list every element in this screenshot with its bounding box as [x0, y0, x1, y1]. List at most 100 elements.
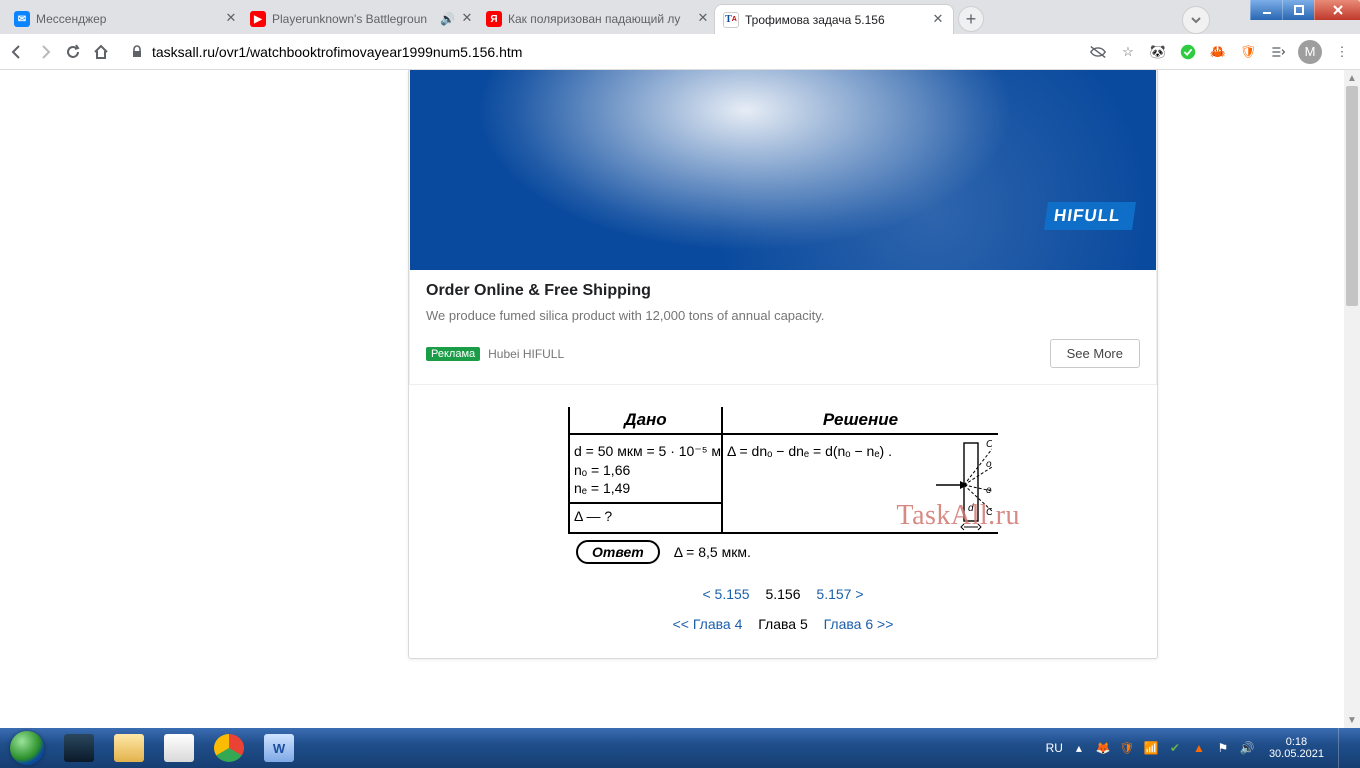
find-line: Δ — ?	[574, 508, 715, 524]
ad-badge: Реклама	[426, 347, 480, 361]
tray-icon[interactable]: 🛡	[1119, 740, 1135, 756]
window-controls	[1250, 0, 1360, 20]
given-line: nₑ = 1,49	[574, 480, 715, 496]
page-viewport: HIFULL Order Online & Free Shipping We p…	[0, 70, 1360, 728]
window-close-button[interactable]	[1314, 0, 1360, 20]
new-tab-button[interactable]: +	[958, 6, 984, 32]
tray-date: 30.05.2021	[1269, 748, 1324, 760]
ad-brand-logo: HIFULL	[1044, 202, 1136, 230]
language-indicator[interactable]: RU	[1046, 741, 1063, 755]
window-minimize-button[interactable]	[1250, 0, 1282, 20]
show-desktop-button[interactable]	[1338, 728, 1348, 768]
svg-text:O: O	[986, 507, 992, 518]
bookmark-star-icon[interactable]: ☆	[1118, 42, 1138, 62]
address-bar[interactable]	[120, 38, 1078, 66]
svg-text:e: e	[986, 485, 992, 496]
svg-text:O: O	[986, 439, 992, 450]
ad-image: HIFULL	[410, 70, 1156, 270]
current-chapter: Глава 5	[758, 616, 808, 632]
current-task: 5.156	[765, 586, 800, 602]
scroll-up-arrow[interactable]: ▲	[1344, 70, 1360, 86]
tray-icon[interactable]: ✔	[1167, 740, 1183, 756]
chrome-menu-button[interactable]: ⋮	[1332, 42, 1352, 62]
extension-icon[interactable]: 🛡	[1238, 42, 1258, 62]
tray-clock[interactable]: 0:18 30.05.2021	[1269, 736, 1324, 760]
browser-tab[interactable]: Я Как поляризован падающий лу ✕	[478, 4, 718, 34]
reload-button[interactable]	[64, 43, 82, 61]
svg-text:d: d	[968, 503, 974, 514]
audio-playing-icon[interactable]: 🔊	[440, 12, 454, 26]
start-button[interactable]	[0, 728, 54, 768]
task-pager: < 5.155 5.156 5.157 >	[409, 586, 1157, 602]
messenger-icon: ✉	[14, 11, 30, 27]
url-input[interactable]	[152, 44, 1068, 60]
answer-value: Δ = 8,5 мкм.	[674, 544, 751, 560]
scroll-down-arrow[interactable]: ▼	[1344, 712, 1360, 728]
browser-tab[interactable]: TA Трофимова задача 5.156 ✕	[714, 4, 954, 34]
tab-title: Трофимова задача 5.156	[745, 13, 925, 27]
prev-chapter-link[interactable]: << Глава 4	[673, 616, 743, 632]
tab-close-button[interactable]: ✕	[460, 12, 474, 26]
ad-cta-button[interactable]: See More	[1050, 339, 1140, 368]
system-tray: RU ▴ 🦊 🛡 📶 ✔ ▲ ⚑ 🔊 0:18 30.05.2021	[1040, 728, 1354, 768]
tray-up-icon[interactable]: ▴	[1071, 740, 1087, 756]
given-line: nₒ = 1,66	[574, 462, 715, 478]
tray-icon[interactable]: 🦊	[1095, 740, 1111, 756]
answer-label: Ответ	[576, 540, 660, 564]
reading-list-icon[interactable]	[1268, 42, 1288, 62]
profile-avatar[interactable]: M	[1298, 40, 1322, 64]
scroll-thumb[interactable]	[1346, 86, 1358, 306]
ray-diagram: O o e O d	[936, 437, 992, 533]
prev-task-link[interactable]: < 5.155	[702, 586, 749, 602]
window-maximize-button[interactable]	[1282, 0, 1314, 20]
chapter-pager: << Глава 4 Глава 5 Глава 6 >>	[409, 616, 1157, 632]
next-task-link[interactable]: 5.157 >	[816, 586, 863, 602]
taskbar-app-word[interactable]: W	[255, 729, 303, 767]
browser-tab[interactable]: ✉ Мессенджер ✕	[6, 4, 246, 34]
solution-figure: Дано Решение d = 50 мкм = 5 · 10⁻⁵ м nₒ …	[568, 407, 998, 566]
youtube-icon: ▶	[250, 11, 266, 27]
vertical-scrollbar[interactable]: ▲ ▼	[1344, 70, 1360, 728]
tab-close-button[interactable]: ✕	[224, 12, 238, 26]
site-favicon: TA	[723, 12, 739, 28]
tray-icon[interactable]: ▲	[1191, 740, 1207, 756]
ad-description: We produce fumed silica product with 12,…	[426, 308, 1140, 323]
tray-time: 0:18	[1269, 736, 1324, 748]
tray-icon[interactable]: 📶	[1143, 740, 1159, 756]
given-block: d = 50 мкм = 5 · 10⁻⁵ м nₒ = 1,66 nₑ = 1…	[568, 435, 723, 532]
forward-button[interactable]	[36, 43, 54, 61]
browser-toolbar: ☆ 🐼 🦀 🛡 M ⋮	[0, 34, 1360, 70]
tab-close-button[interactable]: ✕	[696, 12, 710, 26]
extension-icon[interactable]: 🐼	[1148, 42, 1168, 62]
tab-close-button[interactable]: ✕	[931, 13, 945, 27]
lock-icon	[130, 45, 144, 59]
browser-tab[interactable]: ▶ Playerunknown's Battlegroun 🔊 ✕	[242, 4, 482, 34]
taskbar-app-chrome[interactable]	[205, 729, 253, 767]
content-card: HIFULL Order Online & Free Shipping We p…	[408, 70, 1158, 659]
tab-title: Playerunknown's Battlegroun	[272, 12, 434, 26]
tab-search-button[interactable]	[1182, 6, 1210, 34]
extension-icon[interactable]: 🦀	[1208, 42, 1228, 62]
tray-volume-icon[interactable]: 🔊	[1239, 740, 1255, 756]
tab-title: Мессенджер	[36, 12, 218, 26]
taskbar-app-steam[interactable]	[55, 729, 103, 767]
taskbar: W RU ▴ 🦊 🛡 📶 ✔ ▲ ⚑ 🔊 0:18 30.05.2021	[0, 728, 1360, 768]
next-chapter-link[interactable]: Глава 6 >>	[824, 616, 894, 632]
yandex-icon: Я	[486, 11, 502, 27]
tray-flag-icon[interactable]: ⚑	[1215, 740, 1231, 756]
ad-title: Order Online & Free Shipping	[426, 282, 1140, 300]
home-button[interactable]	[92, 43, 110, 61]
given-line: d = 50 мкм = 5 · 10⁻⁵ м	[574, 443, 715, 460]
back-button[interactable]	[8, 43, 26, 61]
taskbar-app-paint[interactable]	[155, 729, 203, 767]
header-solution: Решение	[723, 407, 998, 433]
taskbar-app-explorer[interactable]	[105, 729, 153, 767]
tab-strip: ✉ Мессенджер ✕ ▶ Playerunknown's Battleg…	[0, 0, 1360, 34]
tab-title: Как поляризован падающий лу	[508, 12, 690, 26]
extension-icon[interactable]	[1178, 42, 1198, 62]
ad-block[interactable]: HIFULL Order Online & Free Shipping We p…	[409, 70, 1157, 385]
solution-block: Δ = dnₒ − dnₑ = d(nₒ − nₑ) . O o e O	[723, 435, 998, 532]
incognito-indicator-icon[interactable]	[1088, 42, 1108, 62]
svg-text:o: o	[986, 459, 992, 470]
header-given: Дано	[568, 407, 723, 433]
